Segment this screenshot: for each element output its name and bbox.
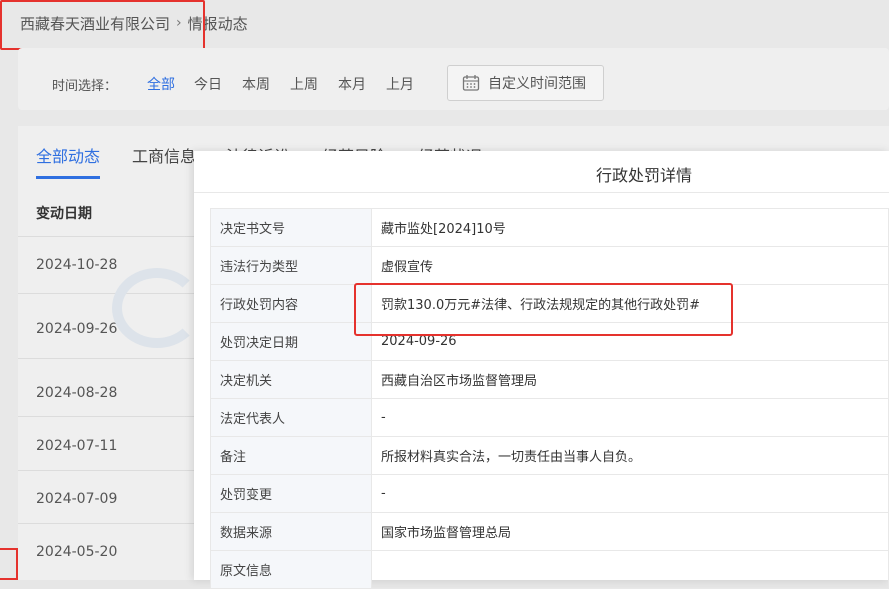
row-divider (18, 470, 194, 471)
filter-option-today[interactable]: 今日 (194, 74, 222, 94)
annotation-box-company (0, 0, 205, 50)
custom-time-range-label: 自定义时间范围 (488, 76, 586, 92)
table-row: 决定机关 西藏自治区市场监督管理局 (210, 360, 889, 399)
filter-option-last-week[interactable]: 上周 (290, 74, 318, 94)
table-row: 违法行为类型 虚假宣传 (210, 246, 889, 285)
tab-all-dynamics[interactable]: 全部动态 (36, 143, 100, 167)
watermark-logo (112, 268, 202, 348)
dialog-header: 行政处罚详情 (194, 151, 889, 193)
table-row: 数据来源 国家市场监督管理总局 (210, 512, 889, 551)
field-label-authority: 决定机关 (210, 360, 372, 399)
list-item-date: 2024-08-28 (36, 385, 118, 401)
table-row: 处罚变更 - (210, 474, 889, 513)
field-value-remarks: 所报材料真实合法，一切责任由当事人自负。 (371, 436, 889, 475)
field-label-penalty-content: 行政处罚内容 (210, 284, 372, 323)
list-item-date: 2024-09-26 (36, 321, 118, 337)
dialog-title: 行政处罚详情 (596, 166, 693, 185)
list-item-date: 2024-05-20 (36, 544, 118, 560)
filter-option-this-week[interactable]: 本周 (242, 74, 270, 94)
field-label-data-source: 数据来源 (210, 512, 372, 551)
field-label-original-info: 原文信息 (210, 550, 372, 589)
field-label-decision-date: 处罚决定日期 (210, 322, 372, 361)
table-row: 法定代表人 - (210, 398, 889, 437)
row-divider (18, 236, 194, 237)
filter-option-all[interactable]: 全部 (147, 74, 175, 94)
time-filter-label: 时间选择： (52, 79, 118, 94)
active-tab-indicator (36, 176, 100, 179)
field-value-decision-number: 藏市监处[2024]10号 (371, 208, 889, 247)
column-header-change-date: 变动日期 (36, 206, 92, 222)
annotation-box-penalty (354, 283, 733, 336)
field-label-remarks: 备注 (210, 436, 372, 475)
filter-option-this-month[interactable]: 本月 (338, 74, 366, 94)
table-row: 决定书文号 藏市监处[2024]10号 (210, 208, 889, 247)
table-row: 原文信息 (210, 550, 889, 589)
annotation-box-partial (0, 548, 18, 580)
field-value-violation-type: 虚假宣传 (371, 246, 889, 285)
field-value-data-source: 国家市场监督管理总局 (371, 512, 889, 551)
row-divider (18, 358, 194, 359)
field-label-violation-type: 违法行为类型 (210, 246, 372, 285)
field-label-penalty-change: 处罚变更 (210, 474, 372, 513)
list-item-date: 2024-10-28 (36, 257, 118, 273)
field-label-legal-rep: 法定代表人 (210, 398, 372, 437)
field-value-penalty-change: - (371, 474, 889, 513)
row-divider (18, 523, 194, 524)
tab-business-info[interactable]: 工商信息 (132, 143, 196, 167)
filter-option-last-month[interactable]: 上月 (386, 74, 414, 94)
penalty-detail-dialog: 行政处罚详情 决定书文号 藏市监处[2024]10号 违法行为类型 虚假宣传 行政处… (194, 151, 889, 589)
field-value-legal-rep: - (371, 398, 889, 437)
field-value-authority: 西藏自治区市场监督管理局 (371, 360, 889, 399)
penalty-detail-table: 决定书文号 藏市监处[2024]10号 违法行为类型 虚假宣传 行政处罚内容 罚款13… (210, 208, 889, 589)
list-item-date: 2024-07-09 (36, 491, 118, 507)
row-divider (18, 416, 194, 417)
field-value-original-info[interactable] (371, 550, 889, 589)
calendar-icon (462, 75, 480, 91)
list-item-date: 2024-07-11 (36, 438, 118, 454)
table-row: 备注 所报材料真实合法，一切责任由当事人自负。 (210, 436, 889, 475)
custom-time-range-button[interactable]: 自定义时间范围 (447, 65, 604, 101)
field-label-decision-number: 决定书文号 (210, 208, 372, 247)
